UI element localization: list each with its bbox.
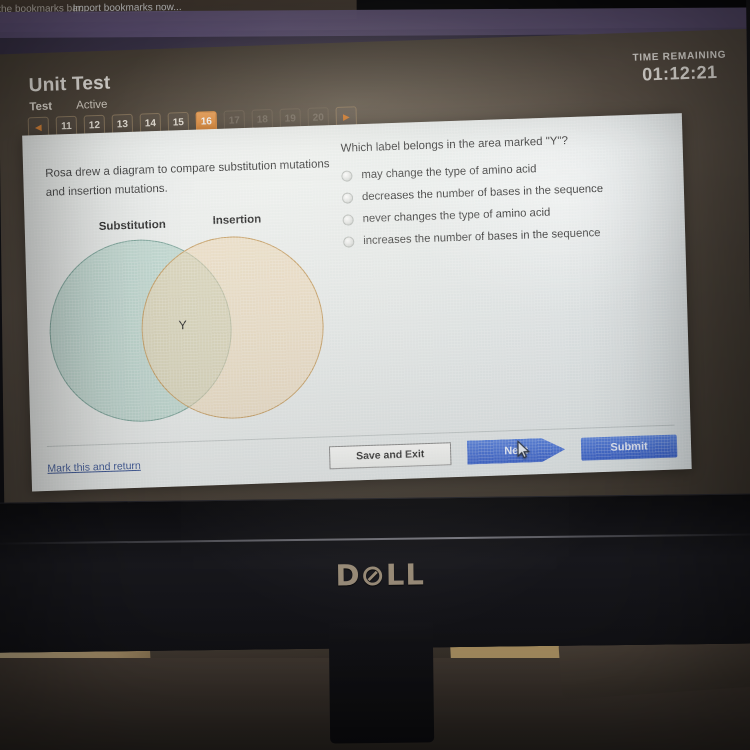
radio-button-icon[interactable] xyxy=(341,192,354,204)
tool-rail xyxy=(0,114,11,235)
browser-page: edgenuity.com/Player/ re on the bookmark… xyxy=(0,0,750,511)
timer: TIME REMAINING 01:12:21 xyxy=(632,50,727,86)
question-stem: Rosa drew a diagram to compare substitut… xyxy=(45,158,330,199)
submit-button[interactable]: Submit xyxy=(580,433,678,461)
tab-active[interactable]: Active xyxy=(76,99,108,112)
page-title: Unit Test xyxy=(28,72,111,97)
venn-diagram: Substitution Insertion Y xyxy=(35,212,361,433)
option-label: increases the number of bases in the seq… xyxy=(363,227,601,248)
venn-label-insertion: Insertion xyxy=(212,213,262,228)
venn-label-substitution: Substitution xyxy=(98,218,166,234)
photograph-of-monitor: edgenuity.com/Player/ re on the bookmark… xyxy=(0,0,750,750)
option-row[interactable]: may change the type of amino acid xyxy=(341,157,677,183)
venn-overlap-label: Y xyxy=(178,318,188,333)
option-row[interactable]: never changes the type of amino acid xyxy=(342,202,678,228)
option-row[interactable]: decreases the number of bases in the seq… xyxy=(341,179,678,205)
answer-options: may change the type of amino acid decrea… xyxy=(341,157,679,257)
dell-logo-text: D⊘LL xyxy=(335,557,426,593)
tab-test[interactable]: Test xyxy=(29,101,52,114)
test-tabs: Test Active xyxy=(29,99,107,114)
question-panel: Rosa drew a diagram to compare substitut… xyxy=(22,113,692,492)
mouse-pointer-icon xyxy=(517,440,531,459)
mark-this-and-return-link[interactable]: Mark this and return xyxy=(47,460,141,475)
time-remaining-value: 01:12:21 xyxy=(641,61,718,85)
edgenuity-app: Unit Test Test Active TIME REMAINING 01:… xyxy=(0,3,750,511)
footer-buttons: Save and Exit Next Submit xyxy=(328,433,678,469)
monitor-screen: edgenuity.com/Player/ re on the bookmark… xyxy=(0,0,750,511)
question-text: Which label belongs in the area marked "… xyxy=(340,135,569,155)
option-label: may change the type of amino acid xyxy=(361,163,537,182)
radio-button-icon[interactable] xyxy=(343,236,355,249)
radio-button-icon[interactable] xyxy=(342,214,354,226)
dell-monitor: edgenuity.com/Player/ re on the bookmark… xyxy=(0,0,750,744)
save-and-exit-button[interactable]: Save and Exit xyxy=(328,441,452,469)
option-row[interactable]: increases the number of bases in the seq… xyxy=(343,224,679,250)
option-label: decreases the number of bases in the seq… xyxy=(361,182,604,204)
monitor-stand-neck xyxy=(328,622,435,744)
radio-button-icon[interactable] xyxy=(341,170,353,182)
option-label: never changes the type of amino acid xyxy=(362,206,551,226)
